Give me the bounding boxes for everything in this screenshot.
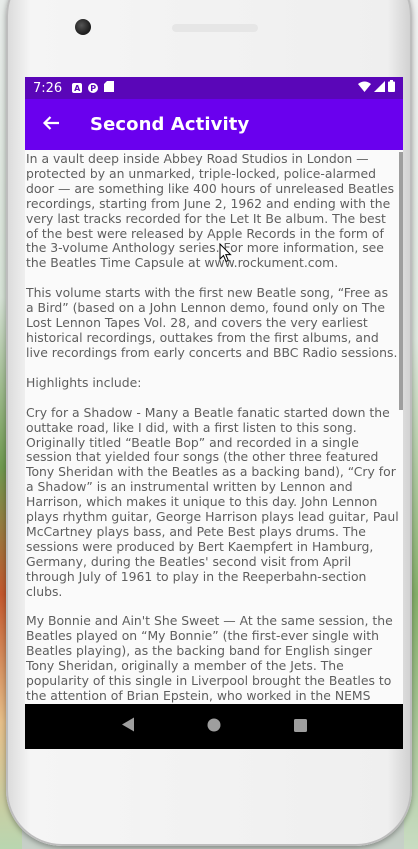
paragraph: This volume starts with the first new Be… <box>26 285 398 360</box>
a-icon: A <box>72 83 83 93</box>
scrollbar[interactable] <box>399 152 403 410</box>
scroll-content[interactable]: In a vault deep inside Abbey Road Studio… <box>25 150 403 704</box>
navigation-bar <box>25 704 403 749</box>
shield-icon: P <box>88 83 99 93</box>
page-title: Second Activity <box>90 114 250 135</box>
back-button[interactable] <box>39 113 63 137</box>
earpiece-speaker <box>172 24 258 32</box>
nav-back-button[interactable] <box>118 717 138 737</box>
app-bar: Second Activity <box>25 99 403 150</box>
nav-recents-button[interactable] <box>290 717 310 737</box>
status-time: 7:26 <box>33 80 63 96</box>
front-camera <box>75 19 91 35</box>
sd-card-icon <box>104 80 115 96</box>
paragraph: Cry for a Shadow - Many a Beatle fanatic… <box>26 404 399 599</box>
mouse-cursor-icon <box>219 242 232 267</box>
nav-home-button[interactable] <box>204 717 224 737</box>
paragraph: Highlights include: <box>26 374 142 390</box>
wifi-icon <box>358 81 371 96</box>
back-triangle-icon <box>121 717 135 736</box>
recents-square-icon <box>293 717 307 736</box>
status-bar: 7:26 A P <box>25 77 403 99</box>
arrow-back-icon <box>42 115 60 135</box>
home-circle-icon <box>207 717 221 736</box>
battery-icon <box>388 80 395 96</box>
signal-icon <box>374 80 385 96</box>
device-screen: 7:26 A P Second Activity In a vault deep <box>25 77 403 749</box>
paragraph: My Bonnie and Ain't She Sweet — At the s… <box>26 613 393 704</box>
paragraph: In a vault deep inside Abbey Road Studio… <box>26 151 395 271</box>
